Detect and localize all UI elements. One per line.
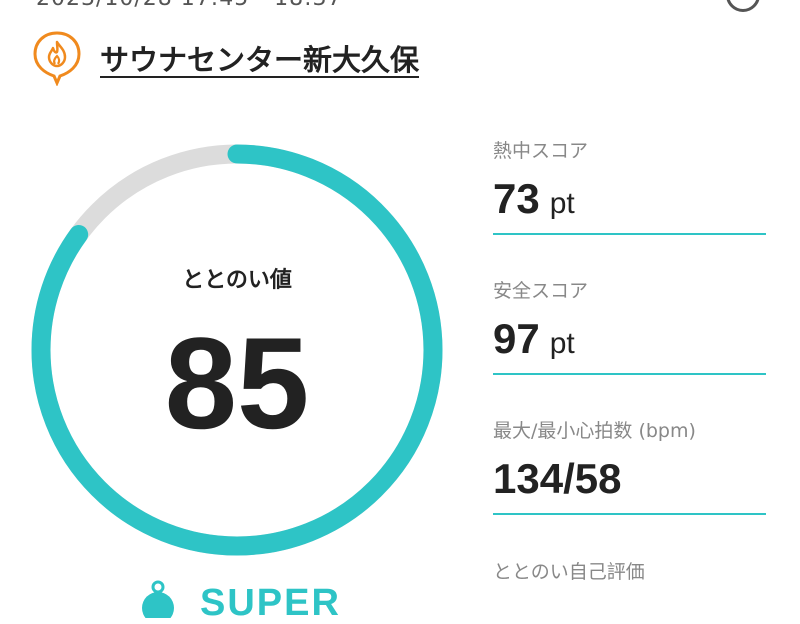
stat-self-evaluation: ととのい自己評価 (493, 557, 766, 584)
gauge-label: ととのい値 (182, 268, 292, 293)
session-datetime: 2023/10/28 17:45 - 18:37 (36, 0, 343, 11)
stat-label: 最大/最小心拍数 (bpm) (493, 420, 696, 442)
info-icon[interactable] (726, 0, 760, 12)
stat-heart-rate: 最大/最小心拍数 (bpm) 134/58 (493, 416, 766, 515)
divider (493, 513, 766, 515)
sauna-pin-icon (33, 31, 81, 86)
stat-heat-score: 熱中スコア 73 pt (493, 136, 766, 235)
stat-value: 73 (493, 175, 540, 222)
stat-label: 安全スコア (493, 280, 589, 302)
stat-unit: pt (549, 327, 575, 360)
divider (493, 373, 766, 375)
stat-unit: pt (549, 187, 575, 220)
stat-value: 134/58 (493, 455, 622, 502)
divider (493, 233, 766, 235)
rank-badge-icon (142, 580, 174, 618)
place-name-link[interactable]: サウナセンター新大久保 (100, 37, 419, 79)
rank-label: SUPER (200, 582, 341, 624)
gauge-value: 85 (164, 310, 310, 456)
stat-label: 熱中スコア (493, 140, 589, 162)
place-header: サウナセンター新大久保 (32, 30, 419, 86)
stat-safety-score: 安全スコア 97 pt (493, 276, 766, 375)
rank-badge: SUPER (138, 578, 341, 622)
stat-value: 97 (493, 315, 540, 362)
stat-label: ととのい自己評価 (493, 561, 645, 583)
